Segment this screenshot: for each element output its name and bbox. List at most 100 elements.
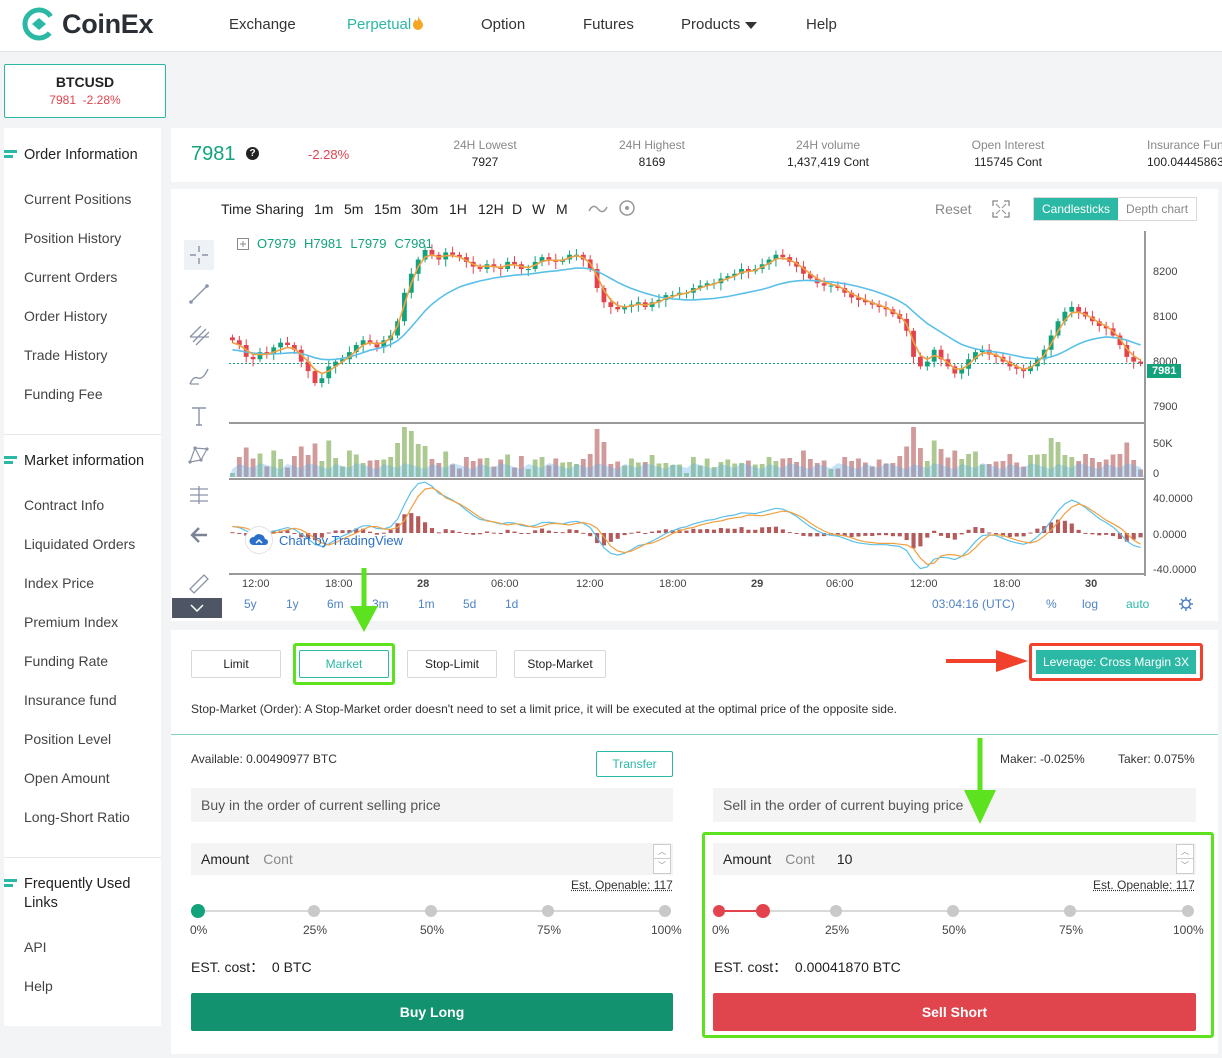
sell-amount-field[interactable]: Amount Cont 10 xyxy=(713,843,1196,875)
sell-short-button[interactable]: Sell Short xyxy=(713,993,1196,1031)
sidebar-item-funding-fee[interactable]: Funding Fee xyxy=(24,386,103,402)
tf-time-sharing[interactable]: Time Sharing xyxy=(221,201,304,217)
crosshair-tool[interactable] xyxy=(184,240,214,270)
sidebar-item-open-amount[interactable]: Open Amount xyxy=(24,770,110,786)
sidebar-item-order-history[interactable]: Order History xyxy=(24,308,107,324)
slider-mark[interactable] xyxy=(659,905,671,917)
sidebar-divider xyxy=(4,857,161,858)
coinex-logo[interactable]: CoinEx xyxy=(22,6,153,42)
sidebar-item-premium-index[interactable]: Premium Index xyxy=(24,614,118,630)
slider-handle[interactable] xyxy=(756,904,770,918)
sidebar-item-funding-rate[interactable]: Funding Rate xyxy=(24,653,108,669)
sidebar-item-liquidated-orders[interactable]: Liquidated Orders xyxy=(24,536,135,552)
range-1y[interactable]: 1y xyxy=(286,597,299,611)
sidebar-item-trade-history[interactable]: Trade History xyxy=(24,347,108,363)
nav-option[interactable]: Option xyxy=(481,16,525,33)
range-6m[interactable]: 6m xyxy=(327,597,344,611)
nav-products[interactable]: Products xyxy=(681,16,757,33)
sidebar-item-api[interactable]: API xyxy=(24,939,47,955)
price-chart[interactable] xyxy=(229,231,1149,576)
tab-stop-market[interactable]: Stop-Market xyxy=(514,650,606,678)
tf-30m[interactable]: 30m xyxy=(411,201,438,217)
slider-mark[interactable] xyxy=(830,905,842,917)
tf-d[interactable]: D xyxy=(512,201,522,217)
range-1m[interactable]: 1m xyxy=(418,597,435,611)
collapse-toolbar-button[interactable] xyxy=(172,598,222,618)
tradingview-attribution[interactable]: Chart by TradingView xyxy=(245,526,403,554)
sidebar-item-long-short-ratio[interactable]: Long-Short Ratio xyxy=(24,809,130,825)
auto-scale-toggle[interactable]: auto xyxy=(1126,597,1149,611)
slider-mark[interactable] xyxy=(1182,905,1194,917)
chevron-up-icon[interactable]: ︿ xyxy=(1177,845,1193,859)
tf-m[interactable]: M xyxy=(556,201,568,217)
range-5y[interactable]: 5y xyxy=(244,597,257,611)
pitchfork-tool[interactable] xyxy=(184,320,214,350)
log-scale-toggle[interactable]: log xyxy=(1082,597,1098,611)
x-tick: 12:00 xyxy=(576,578,604,590)
fullscreen-icon[interactable] xyxy=(992,200,1010,218)
macd-tick: -40.0000 xyxy=(1153,564,1196,574)
brush-tool[interactable] xyxy=(184,361,214,391)
slider-mark[interactable] xyxy=(1064,905,1076,917)
sidebar-item-current-positions[interactable]: Current Positions xyxy=(24,191,131,207)
nav-futures[interactable]: Futures xyxy=(583,16,634,33)
tab-limit[interactable]: Limit xyxy=(191,650,281,678)
chevron-down-icon[interactable]: ﹀ xyxy=(654,859,670,873)
sidebar-item-insurance-fund[interactable]: Insurance fund xyxy=(24,692,117,708)
leverage-button[interactable]: Leverage: Cross Margin 3X xyxy=(1036,650,1196,674)
gear-icon[interactable] xyxy=(1179,597,1193,611)
range-5d[interactable]: 5d xyxy=(463,597,476,611)
chevron-up-icon[interactable]: ︿ xyxy=(654,845,670,859)
slider-mark[interactable] xyxy=(425,905,437,917)
sidebar-item-index-price[interactable]: Index Price xyxy=(24,575,94,591)
back-arrow-tool[interactable] xyxy=(184,520,214,550)
nav-exchange[interactable]: Exchange xyxy=(229,16,296,33)
transfer-button[interactable]: Transfer xyxy=(596,751,673,777)
nav-help[interactable]: Help xyxy=(806,16,837,33)
reset-button[interactable]: Reset xyxy=(935,201,972,217)
indicator-wave-icon[interactable] xyxy=(588,202,608,216)
ruler-tool[interactable] xyxy=(184,569,214,599)
buy-percent-slider[interactable] xyxy=(191,901,673,921)
buy-price-field[interactable]: Buy in the order of current selling pric… xyxy=(191,788,673,822)
sidebar-item-position-level[interactable]: Position Level xyxy=(24,731,111,747)
slider-mark[interactable] xyxy=(308,905,320,917)
sell-price-field[interactable]: Sell in the order of current buying pric… xyxy=(713,788,1196,822)
depth-chart-tab[interactable]: Depth chart xyxy=(1118,198,1196,220)
slider-handle[interactable] xyxy=(191,904,205,918)
brand-name: CoinEx xyxy=(62,9,153,40)
text-tool[interactable] xyxy=(184,401,214,431)
percent-scale-toggle[interactable]: % xyxy=(1046,597,1057,611)
slider-mark[interactable] xyxy=(713,905,725,917)
sell-percent-slider[interactable] xyxy=(713,901,1196,921)
tf-15m[interactable]: 15m xyxy=(374,201,401,217)
tf-5m[interactable]: 5m xyxy=(344,201,363,217)
sidebar-item-help[interactable]: Help xyxy=(24,978,53,994)
measure-tool[interactable] xyxy=(184,480,214,510)
slider-mark[interactable] xyxy=(947,905,959,917)
sell-amount-stepper[interactable]: ︿ ﹀ xyxy=(1176,844,1194,874)
macd-histogram-bar xyxy=(457,532,461,533)
buy-amount-stepper[interactable]: ︿ ﹀ xyxy=(653,844,671,874)
trend-line-tool[interactable] xyxy=(184,279,214,309)
buy-amount-field[interactable]: Amount Cont xyxy=(191,843,673,875)
tf-1h[interactable]: 1H xyxy=(449,201,467,217)
sidebar-item-contract-info[interactable]: Contract Info xyxy=(24,497,104,513)
chevron-down-icon[interactable]: ﹀ xyxy=(1177,859,1193,873)
slider-mark[interactable] xyxy=(542,905,554,917)
tf-1m[interactable]: 1m xyxy=(314,201,333,217)
candlesticks-tab[interactable]: Candlesticks xyxy=(1034,198,1118,220)
symbol-card[interactable]: BTCUSD 7981 -2.28% xyxy=(4,64,166,118)
buy-long-button[interactable]: Buy Long xyxy=(191,993,673,1031)
tf-12h[interactable]: 12H xyxy=(478,201,504,217)
range-1d[interactable]: 1d xyxy=(505,597,518,611)
sidebar-item-current-orders[interactable]: Current Orders xyxy=(24,269,117,285)
tab-stop-limit[interactable]: Stop-Limit xyxy=(407,650,497,678)
nav-perpetual[interactable]: Perpetual xyxy=(347,16,424,33)
settings-circle-icon[interactable] xyxy=(618,199,636,217)
tf-w[interactable]: W xyxy=(532,201,545,217)
est-cost-value: 0 BTC xyxy=(272,959,312,975)
sidebar-item-position-history[interactable]: Position History xyxy=(24,230,121,246)
pattern-tool[interactable] xyxy=(184,440,214,470)
help-icon[interactable]: ? xyxy=(246,147,259,160)
